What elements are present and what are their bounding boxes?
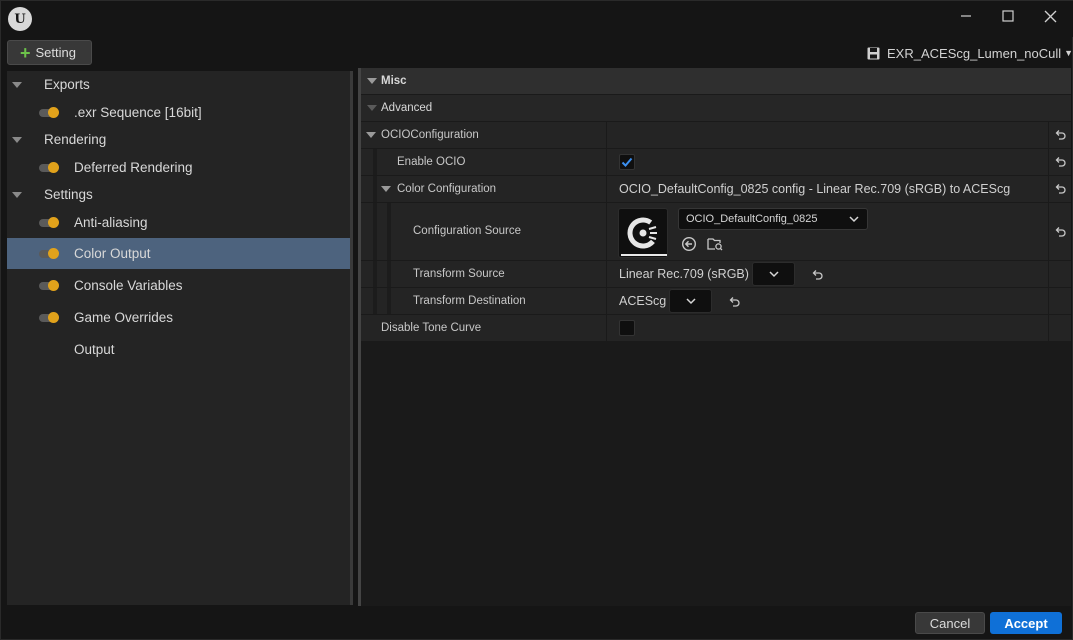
enable-toggle[interactable]: [39, 247, 59, 259]
color-configuration-summary: OCIO_DefaultConfig_0825 config - Linear …: [619, 182, 1011, 196]
reset-arrow-icon: [1055, 226, 1066, 237]
property-disable-tone-curve: Disable Tone Curve: [361, 314, 1071, 341]
expand-arrow-icon[interactable]: [366, 132, 376, 138]
property-label: Color Configuration: [397, 183, 497, 195]
use-selected-asset-icon[interactable]: [681, 236, 697, 252]
checkmark-icon: [621, 157, 633, 167]
save-disk-icon: [867, 47, 880, 59]
reset-arrow-icon[interactable]: [811, 269, 823, 281]
sidebar-item-color-output[interactable]: Color Output: [7, 238, 350, 269]
preset-name: EXR_ACEScg_Lumen_noCull: [887, 45, 1062, 61]
left-panel-scrollbar[interactable]: [350, 71, 353, 605]
enable-toggle[interactable]: [39, 161, 59, 173]
enable-toggle[interactable]: [39, 106, 59, 118]
reset-arrow-icon: [1055, 130, 1066, 140]
reset-to-default-button[interactable]: [1048, 203, 1071, 260]
sidebar-item-label: Deferred Rendering: [74, 160, 193, 175]
sidebar-item-output[interactable]: Output: [7, 334, 350, 365]
chevron-down-icon: [768, 271, 779, 278]
sidebar-item-label: Anti-aliasing: [74, 215, 148, 230]
asset-thumbnail[interactable]: [618, 208, 668, 258]
browse-asset-icon[interactable]: [707, 236, 723, 252]
expand-arrow-icon[interactable]: [381, 186, 391, 192]
transform-destination-value: ACEScg: [619, 294, 667, 308]
expand-arrow-icon[interactable]: [12, 191, 22, 198]
enable-ocio-checkbox[interactable]: [619, 154, 635, 170]
category-label: Misc: [381, 75, 407, 87]
render-settings-window: U + Setting EXR_ACEScg_Lumen_noCull ▼ Ex…: [0, 0, 1073, 640]
transform-source-value: Linear Rec.709 (sRGB): [619, 267, 749, 281]
category-misc[interactable]: Misc: [361, 68, 1071, 94]
maximize-icon: [1002, 10, 1014, 22]
ocio-config-asset-icon: [627, 217, 659, 249]
enable-toggle[interactable]: [39, 279, 59, 291]
section-exports[interactable]: Exports: [7, 69, 350, 100]
chevron-down-icon: [849, 216, 859, 223]
close-button[interactable]: [1029, 1, 1071, 31]
sidebar-item-console-variables[interactable]: Console Variables: [7, 270, 350, 301]
property-enable-ocio: Enable OCIO: [361, 148, 1071, 175]
add-setting-label: Setting: [35, 45, 76, 60]
property-label: Disable Tone Curve: [381, 322, 482, 334]
enable-toggle[interactable]: [39, 311, 59, 323]
reset-to-default-button[interactable]: [1048, 149, 1071, 175]
unreal-logo-icon: U: [8, 7, 32, 31]
expand-arrow-icon[interactable]: [12, 136, 22, 143]
property-label: Configuration Source: [413, 225, 522, 237]
property-label: Transform Destination: [413, 295, 526, 307]
expand-arrow-icon[interactable]: [367, 105, 377, 111]
reset-to-default-button[interactable]: [1048, 122, 1071, 148]
section-settings[interactable]: Settings: [7, 179, 350, 210]
sidebar-item-game-overrides[interactable]: Game Overrides: [7, 302, 350, 333]
minimize-button[interactable]: [945, 1, 987, 31]
sidebar-item-label: Color Output: [74, 246, 151, 261]
transform-destination-dropdown[interactable]: [669, 289, 712, 313]
sidebar-item-label: Output: [74, 342, 115, 357]
toolbar: + Setting EXR_ACEScg_Lumen_noCull ▼: [1, 37, 1073, 67]
cancel-button[interactable]: Cancel: [915, 612, 985, 634]
chevron-down-icon: ▼: [1064, 48, 1073, 58]
configuration-asset-name: OCIO_DefaultConfig_0825: [686, 213, 818, 225]
expand-arrow-icon[interactable]: [367, 78, 377, 84]
sidebar-item-label: .exr Sequence [16bit]: [74, 105, 202, 120]
property-label: Enable OCIO: [397, 156, 466, 168]
section-label: Rendering: [44, 132, 107, 147]
sidebar-item-label: Console Variables: [74, 278, 183, 293]
title-bar: U: [1, 1, 1073, 37]
section-label: Exports: [44, 77, 90, 92]
add-setting-button[interactable]: + Setting: [7, 40, 92, 65]
disable-tone-curve-checkbox[interactable]: [619, 320, 635, 336]
expand-arrow-icon[interactable]: [12, 81, 22, 88]
reset-arrow-icon: [1055, 157, 1066, 167]
preset-dropdown[interactable]: EXR_ACEScg_Lumen_noCull ▼: [867, 43, 1073, 63]
configuration-asset-picker[interactable]: OCIO_DefaultConfig_0825: [678, 208, 868, 230]
sidebar-item-label: Game Overrides: [74, 310, 174, 325]
sidebar-item-anti-aliasing[interactable]: Anti-aliasing: [7, 207, 350, 238]
accept-button[interactable]: Accept: [990, 612, 1062, 634]
reset-arrow-icon: [1055, 184, 1066, 194]
property-ocio-configuration: OCIOConfiguration: [361, 121, 1071, 148]
enable-toggle[interactable]: [39, 216, 59, 228]
category-advanced[interactable]: Advanced: [361, 95, 1071, 121]
property-color-configuration: Color Configuration OCIO_DefaultConfig_0…: [361, 175, 1071, 202]
section-rendering[interactable]: Rendering: [7, 124, 350, 155]
property-configuration-source: Configuration Source OCIO_DefaultConfig_…: [361, 202, 1071, 260]
minimize-icon: [961, 15, 971, 17]
section-label: Settings: [44, 187, 93, 202]
reset-to-default-button[interactable]: [1048, 176, 1071, 202]
category-label: Advanced: [381, 102, 433, 114]
property-transform-destination: Transform Destination ACEScg: [361, 287, 1071, 314]
maximize-button[interactable]: [987, 1, 1029, 31]
reset-arrow-icon[interactable]: [728, 296, 740, 308]
close-icon: [1044, 10, 1056, 22]
property-transform-source: Transform Source Linear Rec.709 (sRGB): [361, 260, 1071, 287]
transform-source-dropdown[interactable]: [752, 262, 795, 286]
chevron-down-icon: [685, 298, 696, 305]
property-label: OCIOConfiguration: [381, 129, 479, 141]
plus-icon: +: [20, 42, 31, 63]
property-label: Transform Source: [413, 268, 505, 280]
